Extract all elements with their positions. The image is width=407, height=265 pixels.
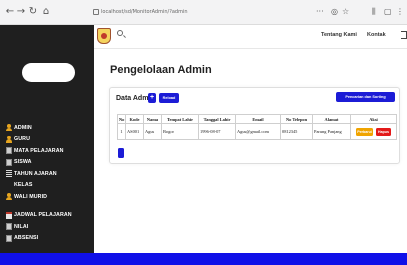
cell-alamat: Parung Panjang <box>312 123 351 140</box>
column-header: Aksi <box>350 114 397 124</box>
cell-no: 1 <box>117 123 126 140</box>
sidebar-menu: ADMIN GURU MATA PELAJARAN SISWA TAHUN AJ… <box>6 122 92 244</box>
browser-menu-icon[interactable]: ⋮ <box>396 7 404 17</box>
sidebar-item-label: ADMIN <box>14 124 32 131</box>
reload-button[interactable]: Reload <box>159 93 179 103</box>
cell-kode: AS001 <box>125 123 144 140</box>
column-header: Kode <box>125 114 144 124</box>
sidebar-item-label: NILAI <box>14 223 29 230</box>
tracking-shield-icon[interactable]: ◎ <box>331 7 338 17</box>
reload-icon[interactable]: ↻ <box>27 6 39 18</box>
sidebar-item-label: ABSENSI <box>14 235 39 242</box>
table-row: 1 AS001 Agus Bogor 1996-08-07 Agus@gmail… <box>117 123 397 140</box>
cell-tempat-lahir: Bogor <box>161 123 199 140</box>
book-icon <box>6 234 12 242</box>
sidebar: ADMIN GURU MATA PELAJARAN SISWA TAHUN AJ… <box>0 25 94 253</box>
calendar-icon <box>6 211 12 219</box>
book-icon <box>6 147 12 155</box>
column-header: No <box>117 114 126 124</box>
sidebar-item-kelas[interactable]: KELAS <box>6 180 92 192</box>
column-header: Alamat <box>312 114 351 124</box>
sidebar-profile-pill[interactable] <box>22 63 75 82</box>
library-icon[interactable]: ⫼ <box>372 7 376 17</box>
admin-table: No Kode Nama Tempat Lahir Tanggal Lahir … <box>117 114 397 140</box>
top-header: Tentang Kami Kontak <box>94 25 407 49</box>
book-icon <box>6 158 12 166</box>
school-logo[interactable] <box>97 28 111 44</box>
address-bar[interactable]: localhost/sd/MonitorAdmin/?admin <box>93 4 289 20</box>
sidebar-item-label: MATA PELAJARAN <box>14 147 64 154</box>
pagination-button[interactable] <box>118 148 124 158</box>
sidebar-item-wali-murid[interactable]: WALI MURID <box>6 191 92 203</box>
nav-tentang-kami[interactable]: Tentang Kami <box>321 32 357 38</box>
book-icon <box>6 223 12 231</box>
person-icon <box>6 193 12 201</box>
row-actions: Perbarui Hapus <box>352 127 395 136</box>
data-admin-card: Data Admin + Reload Pencarian dan Sortin… <box>109 87 400 164</box>
cell-email: Agus@gmail.com <box>235 123 281 140</box>
sidebar-item-label: WALI MURID <box>14 193 48 200</box>
column-header: Tanggal Lahir <box>198 114 236 124</box>
add-admin-button[interactable]: + <box>148 93 156 103</box>
column-header: Tempat Lahir <box>161 114 199 124</box>
cell-telepon: 0812345 <box>280 123 313 140</box>
page-title: Pengelolaan Admin <box>110 64 212 76</box>
sidebar-item-label: GURU <box>14 136 30 143</box>
sidebar-item-label: TAHUN AJARAN <box>14 170 57 177</box>
delete-button[interactable]: Hapus <box>376 127 391 136</box>
table-header-row: No Kode Nama Tempat Lahir Tanggal Lahir … <box>117 114 397 124</box>
app-window: ← → ↻ ⌂ localhost/sd/MonitorAdmin/?admin… <box>0 0 407 265</box>
home-icon[interactable]: ⌂ <box>40 6 52 18</box>
cell-nama: Agus <box>143 123 162 140</box>
footer-bar <box>0 253 407 265</box>
url-text: localhost/sd/MonitorAdmin/?admin <box>101 9 188 15</box>
sidebar-item-label: KELAS <box>14 182 33 189</box>
login-icon[interactable] <box>401 31 407 39</box>
sidebar-item-label: JADWAL PELAJARAN <box>14 212 72 219</box>
blank-icon <box>6 182 12 189</box>
person-icon <box>6 135 12 143</box>
nav-kontak[interactable]: Kontak <box>367 32 386 38</box>
person-icon <box>6 124 12 132</box>
page-actions-icon[interactable]: ··· <box>316 7 324 17</box>
sidebar-item-siswa[interactable]: SISWA <box>6 157 92 169</box>
sidebar-item-nilai[interactable]: NILAI <box>6 221 92 233</box>
page-info-icon <box>93 8 99 15</box>
sidebar-item-admin[interactable]: ADMIN <box>6 122 92 134</box>
edit-button[interactable]: Perbarui <box>356 127 373 136</box>
sidebar-item-guru[interactable]: GURU <box>6 134 92 146</box>
column-header: No Telepon <box>280 114 313 124</box>
search-sort-button[interactable]: Pencarian dan Sorting <box>336 92 395 102</box>
sidebar-item-mata-pelajaran[interactable]: MATA PELAJARAN <box>6 145 92 157</box>
search-icon[interactable] <box>117 30 123 36</box>
sidebar-item-absensi[interactable]: ABSENSI <box>6 233 92 245</box>
bookmark-star-icon[interactable]: ☆ <box>342 7 349 17</box>
column-header: Nama <box>143 114 162 124</box>
forward-icon[interactable]: → <box>15 6 27 18</box>
sidebar-item-label: SISWA <box>14 159 32 166</box>
bars-icon <box>6 170 12 178</box>
sidebar-item-tahun-ajaran[interactable]: TAHUN AJARAN <box>6 168 92 180</box>
cell-tanggal-lahir: 1996-08-07 <box>198 123 236 140</box>
browser-toolbar: ← → ↻ ⌂ localhost/sd/MonitorAdmin/?admin… <box>0 0 407 25</box>
sidebar-item-jadwal-pelajaran[interactable]: JADWAL PELAJARAN <box>6 210 92 222</box>
reader-view-icon[interactable]: ▢ <box>384 7 392 17</box>
cell-aksi: Perbarui Hapus <box>350 123 397 140</box>
column-header: Email <box>235 114 281 124</box>
